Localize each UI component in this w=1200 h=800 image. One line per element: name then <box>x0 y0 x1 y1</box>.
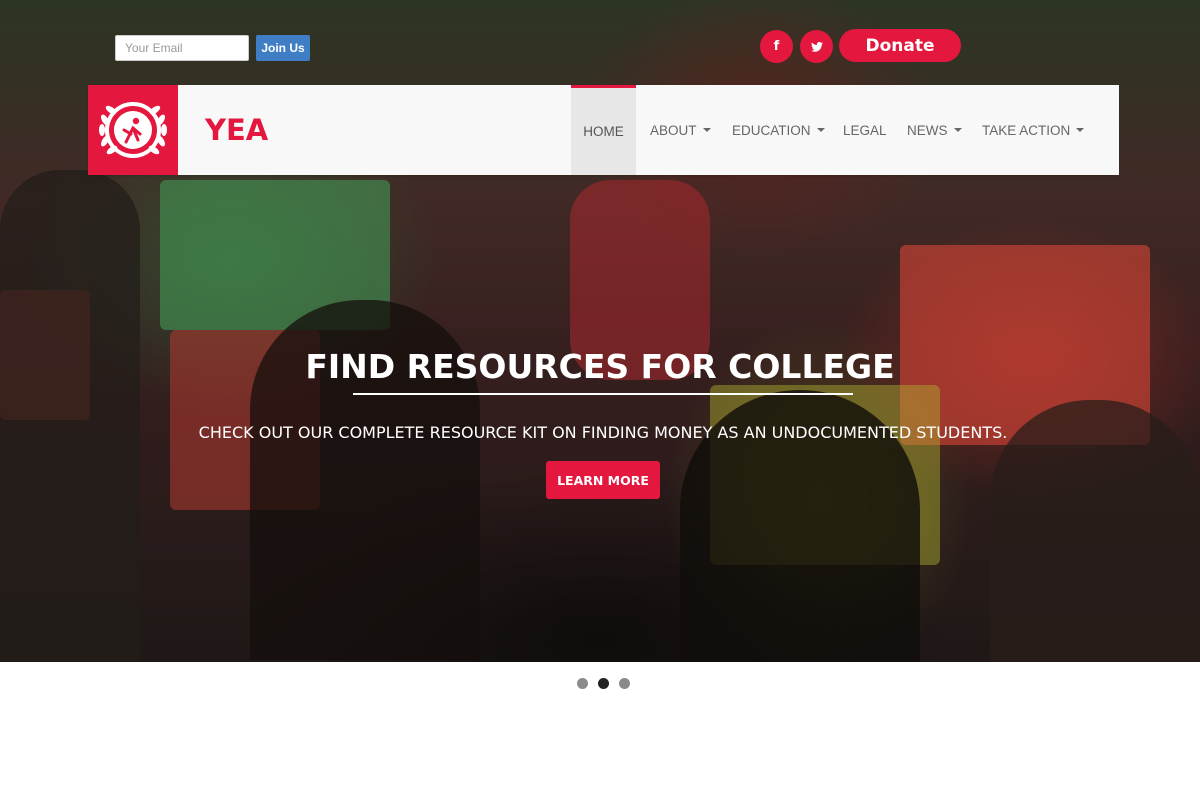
learn-more-button[interactable]: LEARN MORE <box>546 461 660 499</box>
email-input[interactable] <box>115 35 249 61</box>
title-divider <box>353 393 853 395</box>
brand-name[interactable]: YEA <box>205 113 268 147</box>
carousel-dot-3[interactable] <box>619 678 630 689</box>
join-us-button[interactable]: Join Us <box>256 35 310 61</box>
nav-item-label: LEGAL <box>843 122 887 138</box>
nav-item-education[interactable]: EDUCATION <box>732 85 825 175</box>
top-bar: Join Us f Donate <box>0 0 1200 85</box>
main-navbar: YEA HOME ABOUT EDUCATION LEGAL NEWS TAKE… <box>88 85 1119 175</box>
caret-down-icon <box>702 128 711 132</box>
nav-item-label: TAKE ACTION <box>982 122 1071 138</box>
nav-item-take-action[interactable]: TAKE ACTION <box>982 85 1085 175</box>
logo[interactable] <box>88 85 178 175</box>
twitter-icon <box>810 41 823 52</box>
nav-item-legal[interactable]: LEGAL <box>843 85 887 175</box>
caret-down-icon <box>816 128 825 132</box>
nav-item-label: ABOUT <box>650 122 697 138</box>
facebook-icon: f <box>773 39 780 54</box>
donate-button[interactable]: Donate <box>839 29 961 62</box>
carousel-dot-2[interactable] <box>598 678 609 689</box>
nav-item-label: HOME <box>583 124 624 139</box>
nav-item-home[interactable]: HOME <box>571 85 636 175</box>
nav-item-label: NEWS <box>907 122 948 138</box>
nav-item-about[interactable]: ABOUT <box>650 85 711 175</box>
facebook-button[interactable]: f <box>760 30 793 63</box>
nav-item-label: EDUCATION <box>732 122 811 138</box>
slide-title: FIND RESOURCES FOR COLLEGE <box>305 347 895 386</box>
cameraman-silhouette <box>0 170 140 662</box>
laurel-wreath-icon <box>99 102 167 158</box>
slide-description: CHECK OUT OUR COMPLETE RESOURCE KIT ON F… <box>198 423 1008 442</box>
caret-down-icon <box>1076 128 1085 132</box>
nav-item-news[interactable]: NEWS <box>907 85 962 175</box>
twitter-button[interactable] <box>800 30 833 63</box>
caret-down-icon <box>953 128 962 132</box>
carousel-dot-1[interactable] <box>577 678 588 689</box>
